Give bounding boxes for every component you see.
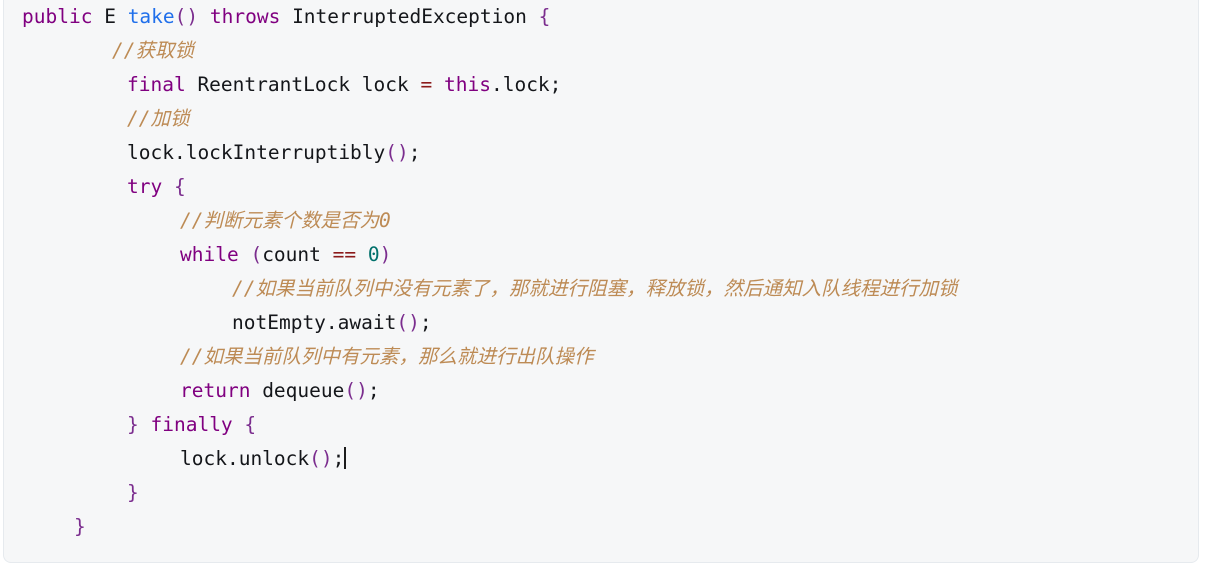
code-line-1: public E take() throws InterruptedExcept… xyxy=(4,0,1198,34)
paren-open: ( xyxy=(238,243,263,266)
keyword-while: while xyxy=(180,243,239,266)
keyword-final: final xyxy=(127,73,186,96)
member-lock: .lock; xyxy=(490,73,562,96)
type-interrupted-exception: InterruptedException xyxy=(292,5,527,28)
method-name-take: take xyxy=(127,5,175,28)
comment-block-and-release-lock: //如果当前队列中没有元素了，那就进行阻塞，释放锁，然后通知入队线程进行加锁 xyxy=(232,277,958,300)
comment-acquire-lock: //获取锁 xyxy=(112,39,194,62)
brace-close: } xyxy=(127,413,139,436)
type-parameter-e: E xyxy=(92,5,128,28)
parentheses: () xyxy=(344,379,368,402)
brace-open: { xyxy=(162,175,186,198)
code-line-10: notEmpty.await(); xyxy=(4,306,1198,340)
semicolon: ; xyxy=(367,379,380,402)
code-editor-area[interactable]: public E take() throws InterruptedExcept… xyxy=(4,0,1198,544)
code-line-7: //判断元素个数是否为0 xyxy=(4,204,1198,238)
code-line-4: //加锁 xyxy=(4,102,1198,136)
keyword-this: this xyxy=(432,73,491,96)
comment-dequeue-operation: //如果当前队列中有元素，那么就进行出队操作 xyxy=(180,345,594,368)
number-zero: 0 xyxy=(367,243,380,266)
comment-lock: //加锁 xyxy=(127,107,190,130)
brace-open: { xyxy=(526,5,551,28)
call-notempty-await: notEmpty.await xyxy=(232,311,397,334)
code-line-5: lock.lockInterruptibly(); xyxy=(4,136,1198,170)
code-line-13: } finally { xyxy=(4,408,1198,442)
keyword-finally: finally xyxy=(138,413,233,436)
code-line-3: final ReentrantLock lock = this.lock; xyxy=(4,68,1198,102)
operator-assign: = xyxy=(420,73,433,96)
parentheses: () xyxy=(385,141,409,164)
call-dequeue: dequeue xyxy=(250,379,345,402)
keyword-public: public xyxy=(22,5,93,28)
brace-open: { xyxy=(232,413,257,436)
comment-check-count-zero: //判断元素个数是否为0 xyxy=(180,209,391,232)
keyword-try: try xyxy=(127,175,163,198)
code-line-16: } xyxy=(4,510,1198,544)
code-line-2: //获取锁 xyxy=(4,34,1198,68)
declaration-reentrantlock-lock: ReentrantLock lock xyxy=(185,73,421,96)
brace-close: } xyxy=(127,481,139,504)
call-lock-lockinterruptibly: lock.lockInterruptibly xyxy=(127,141,386,164)
text-caret xyxy=(344,447,346,469)
semicolon: ; xyxy=(408,141,421,164)
semicolon: ; xyxy=(419,311,432,334)
code-line-9: //如果当前队列中没有元素了，那就进行阻塞，释放锁，然后通知入队线程进行加锁 xyxy=(4,272,1198,306)
parentheses: () xyxy=(396,311,420,334)
keyword-throws: throws xyxy=(198,5,293,28)
operator-equals: == xyxy=(332,243,357,266)
code-line-12: return dequeue(); xyxy=(4,374,1198,408)
identifier-count: count xyxy=(262,243,333,266)
paren-close: ) xyxy=(379,243,392,266)
parentheses: () xyxy=(309,447,333,470)
code-block[interactable]: public E take() throws InterruptedExcept… xyxy=(3,0,1199,563)
code-line-11: //如果当前队列中有元素，那么就进行出队操作 xyxy=(4,340,1198,374)
keyword-return: return xyxy=(180,379,251,402)
code-line-14: lock.unlock(); xyxy=(4,442,1198,476)
code-line-8: while (count == 0) xyxy=(4,238,1198,272)
code-line-15: } xyxy=(4,476,1198,510)
semicolon: ; xyxy=(332,447,345,470)
call-lock-unlock: lock.unlock xyxy=(180,447,310,470)
brace-close: } xyxy=(74,515,86,538)
code-line-6: try { xyxy=(4,170,1198,204)
parentheses: () xyxy=(174,5,199,28)
